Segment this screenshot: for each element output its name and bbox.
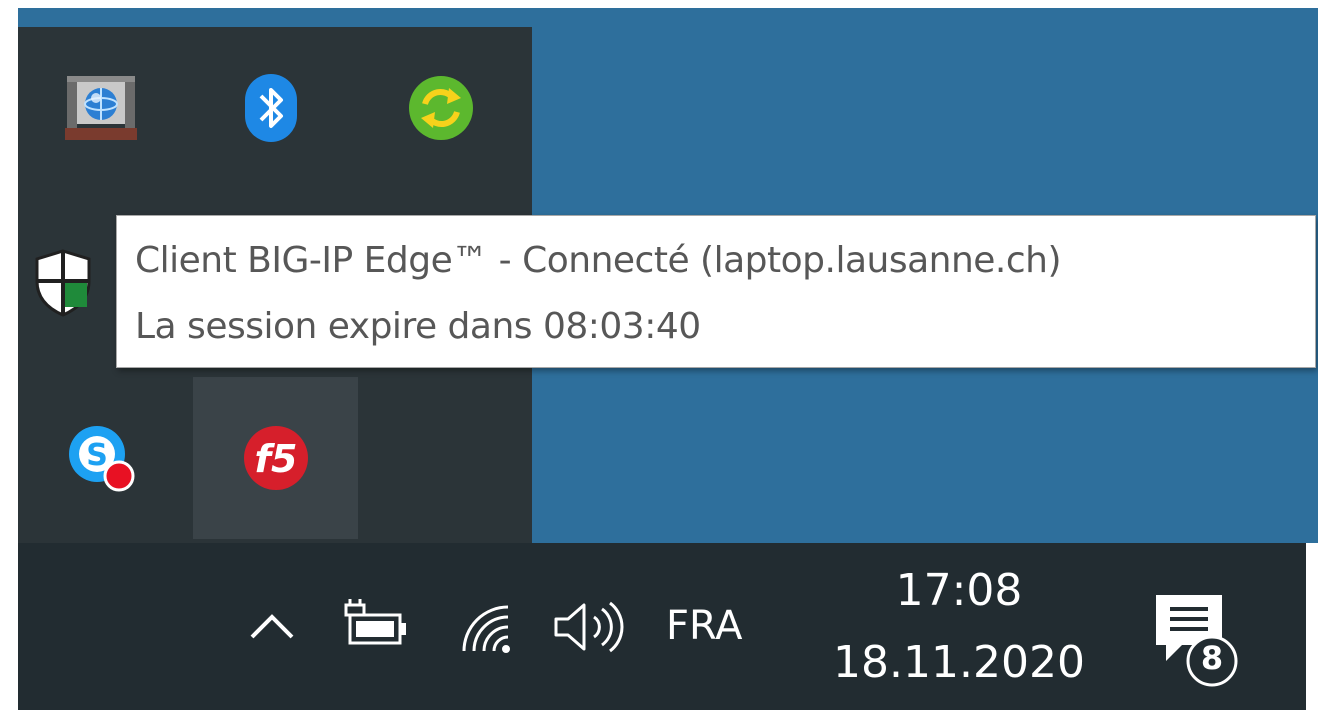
speaker-icon (554, 601, 624, 653)
show-hidden-icons-button[interactable] (240, 591, 304, 663)
shield-icon (35, 249, 91, 317)
notification-count-badge: 8 (1200, 639, 1224, 677)
tooltip-connection-status: Client BIG-IP Edge™ - Connecté (laptop.l… (135, 240, 1062, 281)
tray-item-f5[interactable]: f5 (193, 377, 358, 539)
svg-text:f5: f5 (254, 437, 297, 481)
sync-icon (408, 76, 473, 140)
clock-time: 17:08 (895, 565, 1023, 616)
skype-icon: S (68, 426, 134, 492)
bluetooth-icon (244, 74, 297, 142)
taskbar: FRA 17:08 18.11.2020 8 (18, 543, 1306, 710)
clock-button[interactable]: 17:08 18.11.2020 (814, 561, 1104, 701)
taskbar-edge (1306, 543, 1318, 710)
action-center-button[interactable]: 8 (1144, 587, 1254, 697)
tooltip-session-expiry: La session expire dans 08:03:40 (135, 306, 701, 347)
tray-item-sync[interactable] (358, 27, 523, 189)
f5-icon: f5 (243, 426, 308, 490)
clock-date: 18.11.2020 (833, 637, 1085, 688)
volume-button[interactable] (546, 591, 626, 663)
network-button[interactable] (446, 591, 526, 663)
tray-item-skype[interactable]: S (18, 377, 183, 539)
battery-plug-icon (344, 599, 406, 645)
tray-item-bluetooth[interactable] (188, 27, 353, 189)
network-globe-icon (64, 76, 137, 140)
desktop-screen: S f5 Client BIG-IP Edge™ - Connecté (lap… (0, 0, 1318, 710)
wifi-icon (462, 605, 510, 653)
svg-text:S: S (86, 438, 108, 473)
tray-item-network-globe[interactable] (18, 27, 183, 189)
power-button[interactable] (336, 591, 416, 663)
chevron-up-icon (250, 614, 294, 639)
tooltip-f5-vpn: Client BIG-IP Edge™ - Connecté (laptop.l… (116, 215, 1316, 368)
language-indicator[interactable]: FRA (666, 603, 743, 649)
